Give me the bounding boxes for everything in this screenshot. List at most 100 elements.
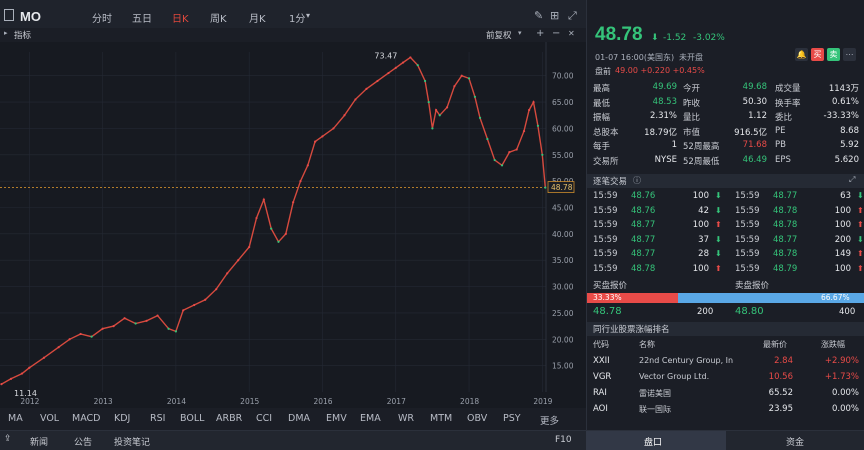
indicator-cci[interactable]: CCI: [256, 413, 272, 424]
trade-time: 15:59: [735, 249, 760, 259]
trades-title: 逐笔交易: [593, 177, 628, 187]
price-point: [431, 127, 434, 130]
peers-header: 最新价: [763, 340, 787, 349]
close-icon[interactable]: ✕: [568, 29, 575, 38]
x-tick-label: 2018: [460, 397, 479, 406]
stat-value: 49.68: [742, 82, 767, 92]
indicator-rsi[interactable]: RSI: [150, 413, 165, 424]
peers-header: 名称: [639, 340, 655, 349]
indicator-dma[interactable]: DMA: [288, 413, 310, 424]
tab-one-minute[interactable]: 1分: [289, 10, 305, 25]
y-axis-ticks: 70.0065.0060.0055.0050.0045.0040.0035.00…: [552, 72, 574, 371]
y-tick-label: 45.00: [552, 204, 574, 213]
trade-volume: 100: [692, 191, 709, 201]
more-icon[interactable]: ⋯: [843, 48, 856, 61]
indicator-ema[interactable]: EMA: [360, 413, 381, 424]
tab-funds[interactable]: 资金: [786, 435, 804, 448]
zoom-in-icon[interactable]: +: [536, 28, 544, 39]
pencil-icon[interactable]: ✎: [534, 9, 543, 22]
premarket-value: 49.00 +0.220 +0.45%: [615, 66, 705, 75]
trade-price: 48.77: [773, 234, 798, 245]
share-icon[interactable]: ⇪: [4, 434, 12, 444]
tab-news[interactable]: 新闻: [30, 435, 48, 448]
tab-weekly-k[interactable]: 周K: [210, 10, 227, 25]
indicator-mtm[interactable]: MTM: [430, 413, 452, 424]
price-point: [262, 198, 265, 201]
down-arrow-icon: ⬇: [715, 205, 722, 215]
bell-icon[interactable]: 🔔: [795, 48, 808, 61]
chevron-down-icon[interactable]: ▾: [518, 29, 522, 37]
indicator-obv[interactable]: OBV: [467, 413, 487, 424]
indicator-更多[interactable]: 更多: [540, 413, 559, 427]
chevron-right-icon[interactable]: ▸: [4, 29, 8, 37]
indicator-wr[interactable]: WR: [398, 413, 414, 424]
price-point: [156, 314, 159, 317]
ask-volume: 400: [839, 307, 856, 317]
stat-value: 916.5亿: [734, 127, 767, 138]
fullscreen-icon[interactable]: ⤢: [568, 9, 577, 23]
price-point: [453, 85, 456, 88]
tab-monthly-k[interactable]: 月K: [249, 10, 266, 25]
indicator-kdj[interactable]: KDJ: [114, 413, 130, 424]
trade-time: 15:59: [735, 234, 760, 245]
bid-pct: 33.33%: [593, 293, 622, 302]
info-icon[interactable]: ⓘ: [633, 175, 641, 186]
tab-five-day[interactable]: 五日: [132, 10, 152, 25]
price-down-arrow-icon: ⬇: [651, 33, 659, 43]
price-point: [478, 116, 482, 119]
market-status: 未开盘: [679, 53, 703, 62]
up-arrow-icon: ⬆: [857, 205, 864, 215]
peer-name[interactable]: 雷诺美国: [639, 388, 757, 399]
price-point: [299, 180, 302, 183]
chevron-down-icon[interactable]: ▾: [306, 11, 310, 20]
indicator-macd[interactable]: MACD: [72, 413, 100, 424]
tab-intraday[interactable]: 分时: [92, 10, 112, 25]
peer-name[interactable]: 联一国际: [639, 404, 757, 415]
adjust-select[interactable]: 前复权: [486, 29, 512, 41]
stat-value: 8.68: [840, 125, 859, 136]
indicator-emv[interactable]: EMV: [326, 413, 347, 424]
peer-code[interactable]: VGR: [593, 372, 611, 382]
low-annotation: 11.14: [14, 389, 37, 398]
price-point: [401, 61, 405, 64]
up-arrow-icon: ⬆: [857, 220, 864, 229]
tab-daily-k[interactable]: 日K: [172, 10, 189, 25]
tab-notes[interactable]: 投资笔记: [114, 435, 150, 448]
indicator-arbr[interactable]: ARBR: [216, 413, 242, 424]
trade-volume: 42: [698, 205, 709, 216]
up-arrow-icon: ⬆: [857, 249, 864, 258]
sell-button[interactable]: 卖: [827, 48, 840, 61]
buy-button[interactable]: 买: [811, 48, 824, 61]
price-point: [306, 164, 309, 167]
indicator-ma[interactable]: MA: [8, 413, 23, 424]
bid-price: 48.78: [593, 306, 622, 317]
price-chart[interactable]: 70.0065.0060.0055.0050.0045.0040.0035.00…: [0, 42, 586, 408]
tab-f10[interactable]: F10: [555, 435, 572, 445]
peer-code[interactable]: AOI: [593, 404, 608, 414]
x-tick-label: 2013: [94, 397, 113, 406]
grid-icon[interactable]: ⊞: [550, 9, 559, 22]
tab-quote[interactable]: 盘口: [644, 435, 662, 448]
ticker-symbol: MO: [20, 9, 41, 24]
peer-code[interactable]: RAI: [593, 388, 607, 398]
expand-icon[interactable]: ⤢: [849, 175, 855, 185]
zoom-out-icon[interactable]: −: [552, 28, 560, 39]
trade-price: 48.79: [773, 263, 798, 274]
tab-notice[interactable]: 公告: [74, 435, 92, 448]
peers-title: 同行业股票涨幅排名: [593, 325, 670, 335]
trade-volume: 100: [834, 205, 851, 216]
price-point: [182, 309, 185, 312]
peer-name[interactable]: 22nd Century Group, In: [639, 356, 757, 365]
indicator-label[interactable]: 指标: [14, 29, 31, 41]
price-point: [226, 272, 229, 275]
indicator-vol[interactable]: VOL: [40, 413, 59, 424]
indicator-boll[interactable]: BOLL: [180, 413, 204, 424]
peer-name[interactable]: Vector Group Ltd.: [639, 372, 757, 381]
peer-pct: 0.00%: [831, 404, 859, 414]
stat-value: -33.33%: [823, 111, 859, 121]
sidebar-toggle-icon[interactable]: [4, 9, 14, 21]
stat-value: 46.49: [742, 154, 767, 165]
premarket-label: 盘前: [595, 67, 611, 76]
indicator-psy[interactable]: PSY: [503, 413, 521, 424]
peer-code[interactable]: XXII: [593, 356, 610, 366]
